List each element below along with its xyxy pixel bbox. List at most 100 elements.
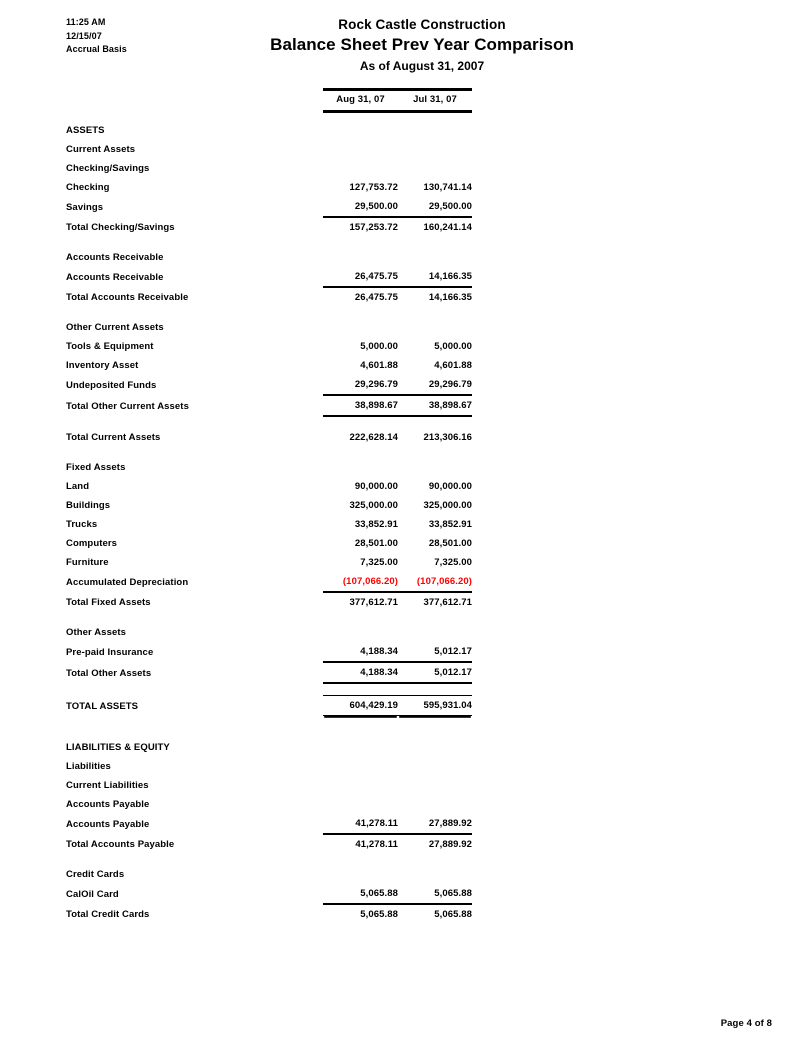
- row-value-period-1: 41,278.11: [323, 814, 398, 835]
- table-row[interactable]: Total Accounts Payable 41,278.11 27,889.92: [66, 834, 472, 854]
- row-value-period-1: [323, 458, 398, 477]
- table-row[interactable]: Fixed Assets: [66, 458, 472, 477]
- spacer-cell: [323, 727, 398, 738]
- row-value-period-2: 5,012.17: [398, 662, 472, 684]
- table-row[interactable]: Accumulated Depreciation (107,066.20) (107…: [66, 572, 472, 593]
- table-row[interactable]: Other Current Assets: [66, 318, 472, 337]
- table-row[interactable]: Checking/Savings: [66, 159, 472, 178]
- row-value-period-1: 26,475.75: [354, 292, 398, 303]
- row-value-period-1: 26,475.75: [323, 267, 398, 288]
- row-spacer: [66, 237, 472, 248]
- table-row[interactable]: Land 90,000.00 90,000.00: [66, 477, 472, 496]
- spacer-cell: [66, 112, 323, 122]
- table-row[interactable]: Total Fixed Assets 377,612.71 377,612.71: [66, 592, 472, 612]
- table-row[interactable]: ASSETS: [66, 121, 472, 140]
- table-row[interactable]: Checking 127,753.72 130,741.14: [66, 178, 472, 197]
- table-row[interactable]: Total Accounts Receivable 26,475.75 14,166…: [66, 287, 472, 307]
- column-header-period-1: Aug 31, 07: [323, 88, 398, 113]
- table-row[interactable]: Total Credit Cards 5,065.88 5,065.88: [66, 904, 472, 924]
- row-spacer: [66, 307, 472, 318]
- row-value-period-1: [323, 140, 398, 159]
- page-footer: Page 4 of 8: [720, 1018, 772, 1029]
- spacer-cell: [323, 683, 398, 696]
- row-label: Undeposited Funds: [66, 380, 157, 391]
- row-spacer: [66, 447, 472, 458]
- row-spacer: [66, 727, 472, 738]
- table-row[interactable]: Computers 28,501.00 28,501.00: [66, 534, 472, 553]
- table-row[interactable]: Buildings 325,000.00 325,000.00: [66, 496, 472, 515]
- table-row[interactable]: Current Liabilities: [66, 776, 472, 795]
- page-title: Balance Sheet Prev Year Comparison: [270, 35, 574, 54]
- column-header-label: [66, 90, 323, 112]
- row-label: Accounts Payable: [66, 819, 150, 830]
- row-value-period-1: 157,253.72: [349, 222, 398, 233]
- table-row[interactable]: Savings 29,500.00 29,500.00: [66, 197, 472, 218]
- row-value-period-2: 29,296.79: [398, 375, 472, 396]
- table-row[interactable]: Pre-paid Insurance 4,188.34 5,012.17: [66, 642, 472, 663]
- row-label: Accounts Receivable: [66, 252, 164, 263]
- row-value-period-2: [398, 738, 472, 757]
- row-label: Computers: [66, 538, 118, 549]
- row-value-period-2: [398, 159, 472, 178]
- row-spacer: [66, 612, 472, 623]
- row-label: Savings: [66, 202, 104, 213]
- table-row[interactable]: TOTAL ASSETS 604,429.19 595,931.04: [66, 695, 472, 716]
- table-row[interactable]: Trucks 33,852.91 33,852.91: [66, 515, 472, 534]
- row-label: Total Credit Cards: [66, 909, 150, 920]
- row-label: Accumulated Depreciation: [66, 577, 189, 588]
- row-label: Total Other Assets: [66, 668, 152, 679]
- table-row[interactable]: Total Checking/Savings 157,253.72 160,241.…: [66, 217, 472, 237]
- row-value-period-1: 29,296.79: [323, 375, 398, 396]
- table-row[interactable]: Liabilities: [66, 757, 472, 776]
- report-basis: Accrual Basis: [66, 44, 127, 54]
- table-row[interactable]: Total Current Assets 222,628.14 213,306.16: [66, 428, 472, 447]
- table-row[interactable]: Total Other Current Assets 38,898.67 38,89…: [66, 395, 472, 417]
- table-row[interactable]: Total Other Assets 4,188.34 5,012.17: [66, 662, 472, 684]
- table-row[interactable]: Current Assets: [66, 140, 472, 159]
- table-row[interactable]: CalOil Card 5,065.88 5,065.88: [66, 884, 472, 905]
- row-value-period-2: 160,241.14: [423, 222, 472, 233]
- table-row[interactable]: Accounts Payable: [66, 795, 472, 814]
- row-value-period-2: [398, 121, 472, 140]
- spacer-cell: [323, 237, 398, 248]
- row-value-period-1: (107,066.20): [323, 572, 398, 593]
- row-value-period-1: [323, 757, 398, 776]
- table-row[interactable]: Furniture 7,325.00 7,325.00: [66, 553, 472, 572]
- row-value-period-2: [398, 140, 472, 159]
- table-row[interactable]: Other Assets: [66, 623, 472, 642]
- row-value-period-2: [398, 757, 472, 776]
- table-row[interactable]: Tools & Equipment 5,000.00 5,000.00: [66, 337, 472, 356]
- row-label: Credit Cards: [66, 869, 125, 880]
- row-value-period-2: [398, 865, 472, 884]
- table-row[interactable]: LIABILITIES & EQUITY: [66, 738, 472, 757]
- row-value-period-1: 325,000.00: [349, 500, 398, 511]
- row-label: Current Assets: [66, 144, 136, 155]
- report-date: 12/15/07: [66, 30, 102, 41]
- row-value-period-2: 28,501.00: [428, 538, 472, 549]
- row-value-period-1: [323, 248, 398, 267]
- row-value-period-2: (107,066.20): [398, 572, 472, 593]
- row-value-period-1: 377,612.71: [349, 597, 398, 608]
- spacer-cell: [66, 307, 323, 318]
- spacer-cell: [66, 237, 323, 248]
- row-value-period-2: 90,000.00: [428, 481, 472, 492]
- row-value-period-2: 5,065.88: [434, 909, 472, 920]
- spacer-cell: [323, 112, 398, 122]
- row-label: Trucks: [66, 519, 98, 530]
- spacer-cell: [66, 612, 323, 623]
- balance-sheet-table-wrap: Aug 31, 07 Jul 31, 07 ASSETS Current Assets…: [66, 88, 472, 924]
- row-value-period-2: 14,166.35: [398, 267, 472, 288]
- table-row[interactable]: Inventory Asset 4,601.88 4,601.88: [66, 356, 472, 375]
- table-row[interactable]: Undeposited Funds 29,296.79 29,296.79: [66, 375, 472, 396]
- table-row[interactable]: Accounts Receivable 26,475.75 14,166.35: [66, 267, 472, 288]
- spacer-cell: [66, 683, 323, 696]
- row-label: Liabilities: [66, 761, 111, 772]
- table-row[interactable]: Accounts Receivable: [66, 248, 472, 267]
- row-value-period-2: 325,000.00: [423, 500, 472, 511]
- row-label: Checking: [66, 182, 110, 193]
- table-row[interactable]: Accounts Payable 41,278.11 27,889.92: [66, 814, 472, 835]
- table-row[interactable]: Credit Cards: [66, 865, 472, 884]
- report-meta: 11:25 AM 12/15/07 Accrual Basis: [66, 16, 127, 57]
- spacer-cell: [66, 716, 323, 728]
- row-spacer: [66, 683, 472, 696]
